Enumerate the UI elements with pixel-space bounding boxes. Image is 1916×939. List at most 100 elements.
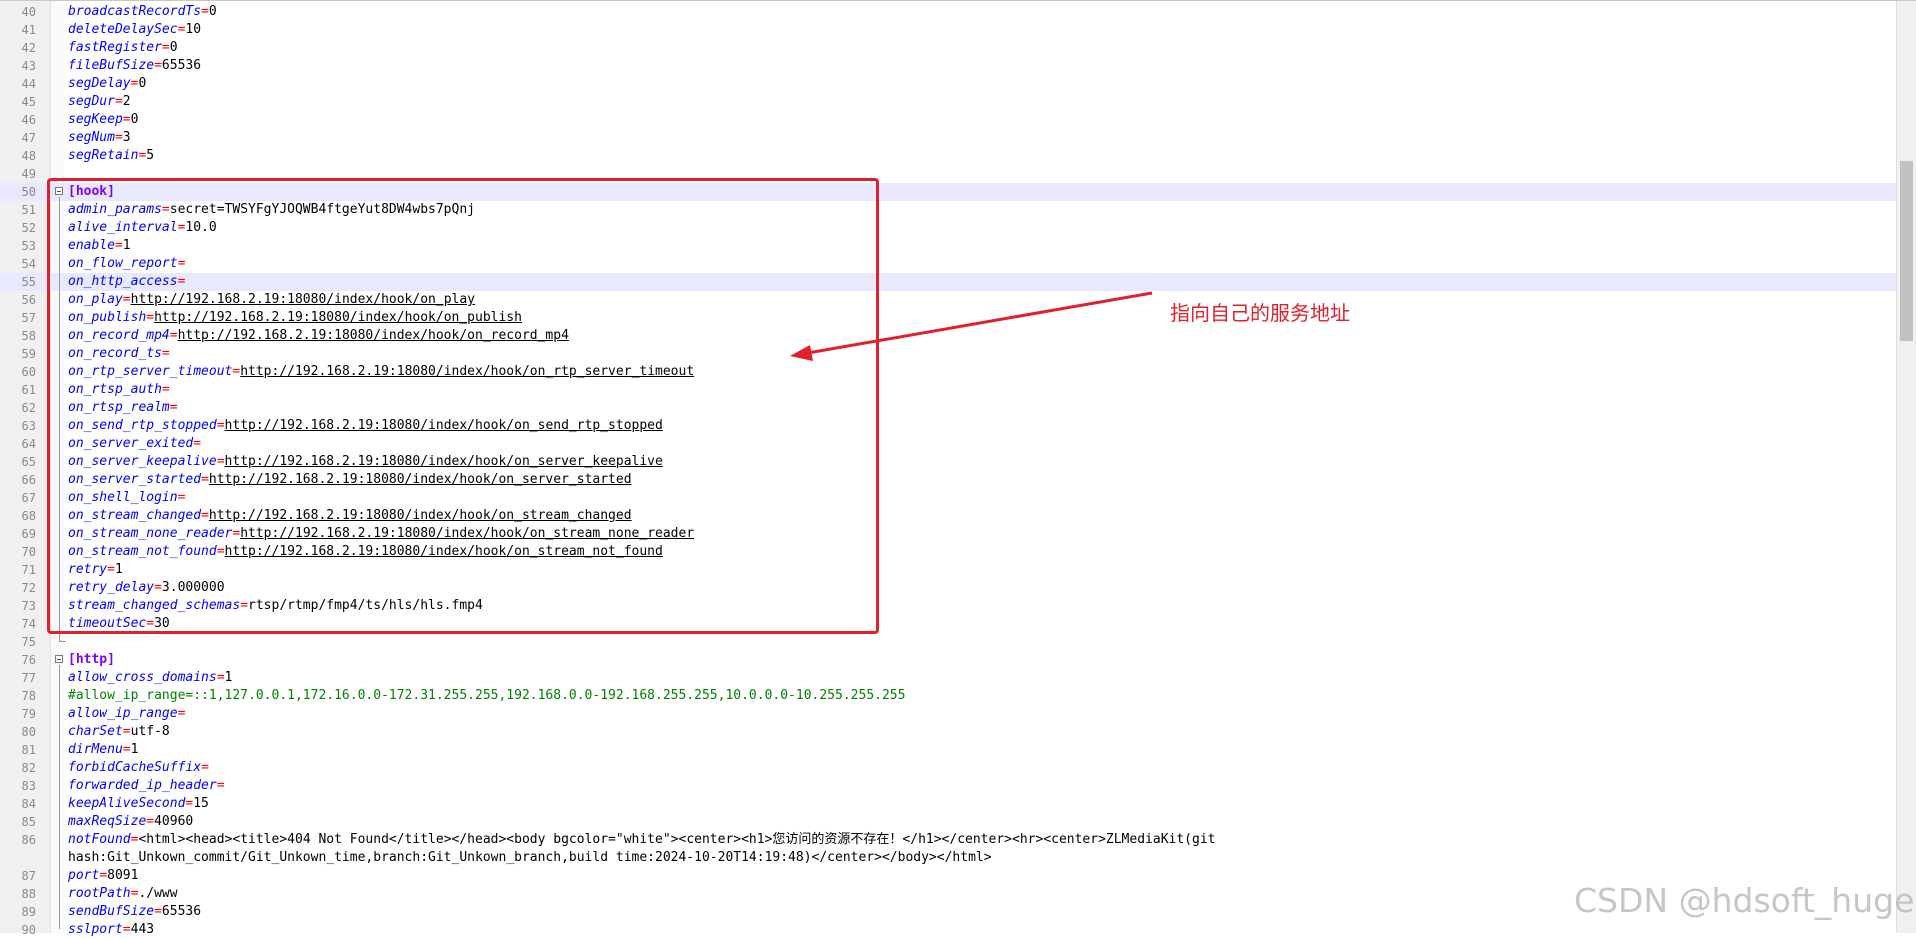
equals-sign: = — [201, 4, 209, 19]
line-number: 43 — [21, 59, 36, 73]
config-value: 443 — [130, 922, 155, 937]
line-number: 62 — [21, 401, 36, 415]
line-number: 81 — [21, 743, 36, 757]
line-number: 44 — [21, 77, 36, 91]
config-key: fastRegister — [68, 40, 162, 55]
config-value: 2 — [122, 94, 131, 109]
config-key: forwarded_ip_header — [68, 778, 217, 793]
code-line[interactable]: 81 dirMenu=1 — [0, 741, 1897, 759]
line-number: 72 — [21, 581, 36, 595]
line-number: 88 — [21, 887, 36, 901]
code-text: sendBufSize=65536 — [68, 903, 201, 921]
equals-sign: = — [122, 742, 131, 757]
config-key: deleteDelaySec — [68, 22, 178, 37]
line-number: 49 — [21, 167, 36, 181]
code-text: sslport=443 — [68, 921, 154, 939]
line-number: 56 — [21, 293, 36, 307]
code-line[interactable]: 76 [http] — [0, 651, 1897, 669]
code-line[interactable]: 41 deleteDelaySec=10 — [0, 21, 1897, 39]
line-number: 89 — [21, 905, 36, 919]
code-line[interactable]: 48 segRetain=5 — [0, 147, 1897, 165]
equals-sign: = — [146, 814, 155, 829]
line-number: 78 — [21, 689, 36, 703]
config-value: 1 — [130, 742, 139, 757]
config-key: keepAliveSecond — [68, 796, 186, 811]
code-line[interactable]: 45 segDur=2 — [0, 93, 1897, 111]
code-line[interactable]: 80 charSet=utf-8 — [0, 723, 1897, 741]
line-number: 54 — [21, 257, 36, 271]
equals-sign: = — [154, 58, 162, 73]
code-text: segDur=2 — [68, 93, 131, 111]
equals-sign: = — [161, 40, 170, 55]
code-line[interactable]: 79 allow_ip_range= — [0, 705, 1897, 723]
line-number: 47 — [21, 131, 36, 145]
line-number: 40 — [21, 5, 36, 19]
code-line[interactable]: 77 allow_cross_domains=1 — [0, 669, 1897, 687]
fold-toggle-icon[interactable] — [55, 655, 63, 663]
line-number: 67 — [21, 491, 36, 505]
line-number: 83 — [21, 779, 36, 793]
config-key: charSet — [68, 724, 123, 739]
config-value: 8091 — [107, 868, 139, 883]
config-value: 0 — [208, 4, 217, 19]
code-line[interactable]: 47 segNum=3 — [0, 129, 1897, 147]
code-text: allow_cross_domains=1 — [68, 669, 232, 687]
code-line[interactable]: 43 fileBufSize=65536 — [0, 57, 1897, 75]
code-line[interactable]: 83 forwarded_ip_header= — [0, 777, 1897, 795]
config-key: sendBufSize — [68, 904, 155, 919]
code-line[interactable]: 46 segKeep=0 — [0, 111, 1897, 129]
config-value: ./www — [138, 886, 178, 901]
config-value: 65536 — [161, 58, 202, 73]
config-key: allow_cross_domains — [68, 670, 217, 685]
code-line[interactable]: 75 — [0, 633, 1897, 651]
code-text: fastRegister=0 — [68, 39, 178, 57]
code-line[interactable]: 84 keepAliveSecond=15 — [0, 795, 1897, 813]
code-text: segRetain=5 — [68, 147, 154, 165]
line-number: 41 — [21, 23, 36, 37]
config-key: forbidCacheSuffix — [68, 760, 202, 775]
config-key: segNum — [68, 130, 115, 145]
code-line[interactable]: 86 notFound=<html><head><title>404 Not Fo… — [0, 831, 1897, 849]
hook-section-highlight-box — [47, 178, 879, 634]
code-line[interactable]: 40 broadcastRecordTs=0 — [0, 3, 1897, 21]
line-number: 70 — [21, 545, 36, 559]
config-value: 1 — [224, 670, 233, 685]
code-line[interactable]: hash:Git_Unkown_commit/Git_Unkown_time,b… — [0, 849, 1897, 867]
wrapped-value: hash:Git_Unkown_commit/Git_Unkown_time,b… — [68, 850, 992, 865]
scrollbar-thumb[interactable] — [1900, 161, 1913, 341]
line-number: 52 — [21, 221, 36, 235]
line-number: 66 — [21, 473, 36, 487]
code-line[interactable]: 42 fastRegister=0 — [0, 39, 1897, 57]
code-line[interactable]: 78 #allow_ip_range=::1,127.0.0.1,172.16.0… — [0, 687, 1897, 705]
code-text: notFound=<html><head><title>404 Not Foun… — [68, 831, 1215, 849]
config-value: 5 — [146, 148, 155, 163]
line-number: 85 — [21, 815, 36, 829]
equals-sign: = — [216, 778, 225, 793]
line-number: 53 — [21, 239, 36, 253]
line-number: 45 — [21, 95, 36, 109]
line-number: 61 — [21, 383, 36, 397]
vertical-scrollbar[interactable] — [1896, 1, 1916, 933]
code-line[interactable]: 82 forbidCacheSuffix= — [0, 759, 1897, 777]
config-key: dirMenu — [68, 742, 123, 757]
code-line[interactable]: 90 sslport=443 — [0, 921, 1897, 939]
code-text: keepAliveSecond=15 — [68, 795, 209, 813]
code-line[interactable]: 85 maxReqSize=40960 — [0, 813, 1897, 831]
config-value: <html><head><title>404 Not Found</title>… — [138, 832, 1216, 847]
config-value: 15 — [193, 796, 209, 811]
config-key: segDur — [68, 94, 115, 109]
line-number: 50 — [21, 185, 36, 199]
code-text: segDelay=0 — [68, 75, 146, 93]
code-line[interactable]: 44 segDelay=0 — [0, 75, 1897, 93]
line-number: 80 — [21, 725, 36, 739]
line-number: 69 — [21, 527, 36, 541]
code-text: segNum=3 — [68, 129, 131, 147]
comment-text: #allow_ip_range=::1,127.0.0.1,172.16.0.0… — [68, 688, 906, 703]
equals-sign: = — [154, 904, 162, 919]
line-number: 55 — [21, 275, 36, 289]
config-value: 0 — [169, 40, 178, 55]
equals-sign: = — [99, 868, 108, 883]
config-key: rootPath — [68, 886, 131, 901]
line-number: 51 — [21, 203, 36, 217]
line-number: 64 — [21, 437, 36, 451]
